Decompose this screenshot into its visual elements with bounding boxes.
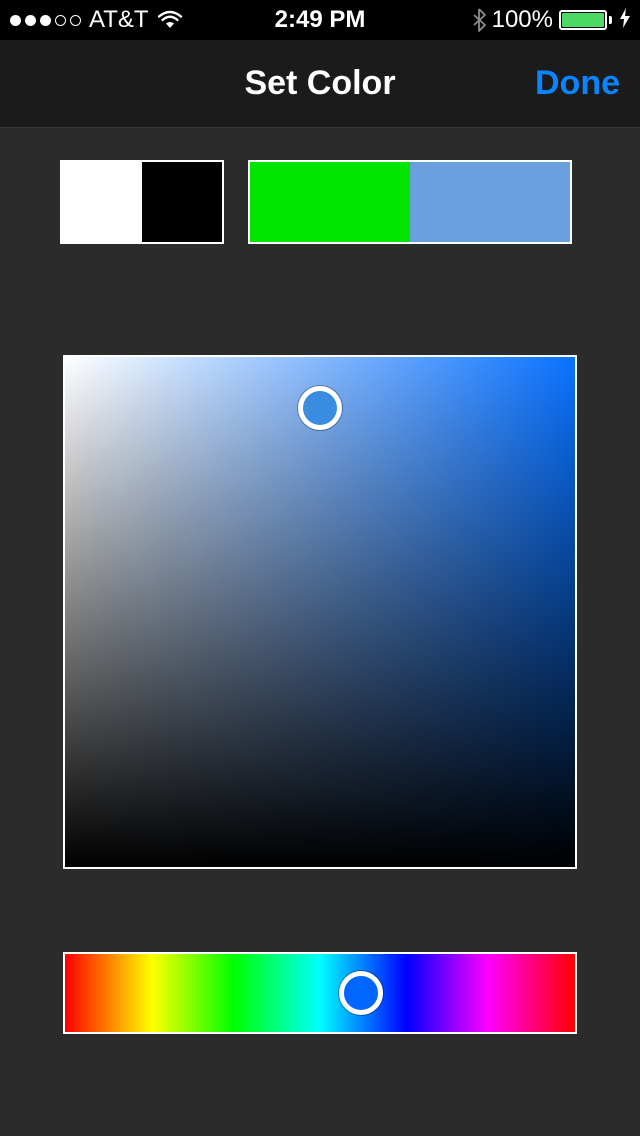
bluetooth-icon [472, 8, 486, 32]
charging-icon [620, 8, 630, 33]
battery-icon [559, 10, 612, 30]
sv-black-gradient [65, 357, 575, 867]
carrier-label: AT&T [89, 6, 149, 34]
status-left: AT&T [10, 6, 183, 34]
sv-handle[interactable] [298, 386, 342, 430]
swatch-black[interactable] [142, 162, 222, 242]
hue-handle[interactable] [339, 971, 383, 1015]
hue-slider[interactable] [63, 952, 577, 1034]
status-bar: AT&T 2:49 PM 100% [0, 0, 640, 40]
saturation-value-picker[interactable] [63, 355, 577, 869]
battery-percent-label: 100% [492, 6, 553, 34]
swatch-row [0, 128, 640, 244]
signal-strength-icon [10, 15, 81, 26]
swatch-group-bw [60, 160, 224, 244]
swatch-group-custom [248, 160, 572, 244]
done-button[interactable]: Done [535, 64, 620, 103]
page-title: Set Color [244, 64, 395, 103]
swatch-white[interactable] [62, 162, 142, 242]
swatch-green[interactable] [250, 162, 410, 242]
status-right: 100% [472, 6, 630, 34]
nav-bar: Set Color Done [0, 40, 640, 128]
wifi-icon [157, 10, 183, 30]
swatch-blue[interactable] [410, 162, 570, 242]
status-time: 2:49 PM [275, 6, 366, 34]
